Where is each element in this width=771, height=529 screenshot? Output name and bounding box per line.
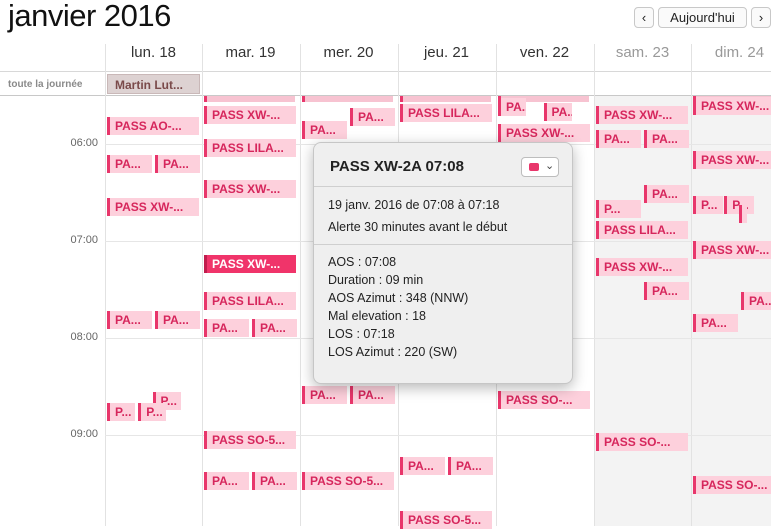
- calendar-event[interactable]: PA...: [302, 121, 347, 139]
- calendar-color-picker[interactable]: ⌄: [521, 157, 559, 177]
- day-header[interactable]: ven. 22: [496, 44, 593, 70]
- day-header[interactable]: jeu. 21: [398, 44, 495, 70]
- calendar-event[interactable]: PA...: [693, 314, 738, 332]
- calendar-event[interactable]: PASS SO-...: [596, 433, 688, 451]
- calendar-event[interactable]: P...: [107, 403, 135, 421]
- calendar-event[interactable]: PA...: [644, 185, 689, 203]
- event-continuation[interactable]: [204, 96, 295, 102]
- day-header[interactable]: mar. 19: [202, 44, 299, 70]
- next-week-button[interactable]: ›: [751, 7, 771, 28]
- color-swatch: [529, 163, 539, 171]
- calendar-event[interactable]: PASS XW-...: [693, 241, 771, 259]
- selected-event[interactable]: PASS XW-...: [204, 255, 296, 273]
- time-label: 09:00: [70, 428, 98, 440]
- calendar-event[interactable]: PA...: [350, 386, 395, 404]
- calendar-event[interactable]: PA...: [107, 155, 152, 173]
- column-divider: [691, 44, 692, 526]
- header-divider: [0, 71, 771, 72]
- calendar-event[interactable]: PASS XW-...: [596, 106, 688, 124]
- popover-note-line: Mal elevation : 18: [328, 309, 426, 323]
- calendar-event[interactable]: PASS XW-...: [693, 97, 771, 115]
- calendar-event[interactable]: PA...: [155, 311, 200, 329]
- calendar-event[interactable]: PASS LILA...: [204, 139, 296, 157]
- calendar-event[interactable]: PASS SO-5...: [302, 472, 394, 490]
- calendar-event[interactable]: PASS SO-5...: [400, 511, 492, 529]
- column-divider: [105, 44, 106, 526]
- column-divider: [300, 44, 301, 526]
- calendar-event[interactable]: PASS SO-5...: [204, 431, 296, 449]
- calendar-event[interactable]: PASS XW-...: [107, 198, 199, 216]
- popover-note-line: Duration : 09 min: [328, 273, 424, 287]
- calendar-event[interactable]: PA...: [302, 386, 347, 404]
- popover-title[interactable]: PASS XW-2A 07:08: [330, 158, 464, 175]
- calendar-event[interactable]: PA...: [107, 311, 152, 329]
- popover-date[interactable]: 19 janv. 2016 de 07:08 à 07:18: [328, 198, 499, 212]
- event-popover: PASS XW-2A 07:08 ⌄ 19 janv. 2016 de 07:0…: [313, 142, 573, 384]
- day-header[interactable]: lun. 18: [105, 44, 202, 70]
- calendar-event[interactable]: PA...: [350, 108, 395, 126]
- calendar-event[interactable]: PA...: [204, 319, 249, 337]
- time-label: 07:00: [70, 234, 98, 246]
- time-label: 08:00: [70, 331, 98, 343]
- month-title: janvier 2016: [8, 0, 171, 33]
- calendar-event[interactable]: PA...: [644, 130, 689, 148]
- allday-event[interactable]: Martin Lut...: [107, 74, 200, 94]
- calendar-event[interactable]: PASS LILA...: [204, 292, 296, 310]
- prev-week-button[interactable]: ‹: [634, 7, 654, 28]
- calendar-event[interactable]: PASS SO-...: [498, 391, 590, 409]
- calendar-event[interactable]: PASS XW-...: [204, 180, 296, 198]
- calendar-event[interactable]: PASS LILA...: [400, 104, 492, 122]
- chevron-down-icon: ⌄: [545, 160, 555, 172]
- popover-note-line: LOS Azimut : 220 (SW): [328, 345, 458, 359]
- calendar-event[interactable]: P...: [738, 205, 747, 223]
- calendar-event[interactable]: PASS LILA...: [596, 221, 688, 239]
- calendar-event[interactable]: PA...: [252, 319, 297, 337]
- calendar-event[interactable]: PA...: [155, 155, 200, 173]
- calendar-event[interactable]: PA...: [448, 457, 493, 475]
- calendar-event[interactable]: PA...: [252, 472, 297, 490]
- day-header[interactable]: sam. 23: [594, 44, 691, 70]
- calendar-event[interactable]: PA...: [644, 282, 689, 300]
- day-header[interactable]: dim. 24: [691, 44, 771, 70]
- calendar-event[interactable]: PA...: [400, 457, 445, 475]
- calendar-event[interactable]: P...: [138, 403, 167, 421]
- calendar-event[interactable]: PA...: [596, 130, 641, 148]
- calendar-event[interactable]: P...: [596, 200, 641, 218]
- popover-note-line: LOS : 07:18: [328, 327, 395, 341]
- calendar-event[interactable]: PASS XW-...: [204, 106, 296, 124]
- calendar-event[interactable]: PA...: [543, 103, 572, 121]
- column-divider: [202, 44, 203, 526]
- weekend-column: [594, 96, 691, 526]
- allday-label: toute la journée: [8, 79, 83, 90]
- calendar-event[interactable]: PASS SO-...: [693, 476, 771, 494]
- calendar-event[interactable]: PASS XW-...: [596, 258, 688, 276]
- calendar-event[interactable]: PA...: [498, 98, 526, 116]
- today-button[interactable]: Aujourd'hui: [658, 7, 747, 28]
- day-header[interactable]: mer. 20: [300, 44, 397, 70]
- calendar-event[interactable]: PASS XW-...: [498, 124, 590, 142]
- popover-note-line: AOS Azimut : 348 (NNW): [328, 291, 469, 305]
- calendar-event[interactable]: PASS XW-...: [693, 151, 771, 169]
- popover-divider: [314, 244, 572, 245]
- event-continuation[interactable]: [302, 96, 393, 102]
- time-label: 06:00: [70, 137, 98, 149]
- event-continuation[interactable]: [400, 96, 491, 102]
- popover-alert[interactable]: Alerte 30 minutes avant le début: [328, 220, 507, 234]
- calendar-event[interactable]: PASS AO-...: [107, 117, 199, 135]
- popover-note-line: AOS : 07:08: [328, 255, 397, 269]
- calendar-event[interactable]: PA...: [204, 472, 249, 490]
- column-divider: [594, 44, 595, 526]
- calendar-event[interactable]: PA...: [741, 292, 771, 310]
- calendar-event[interactable]: P...: [693, 196, 723, 214]
- popover-divider: [314, 186, 572, 187]
